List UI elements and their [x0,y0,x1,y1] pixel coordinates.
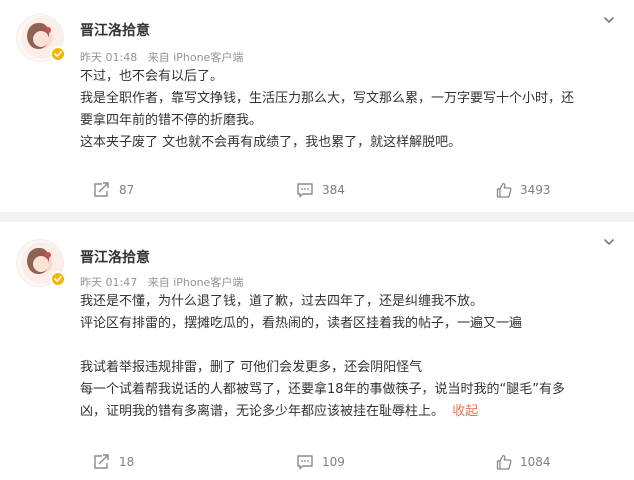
repost-icon [94,454,109,469]
thumbs-up-icon [496,454,512,470]
like-count: 3493 [520,183,551,197]
post-source: 来自 iPhone客户端 [147,276,244,289]
post-text-line: 要拿四年前的错不停的折磨我。 [80,113,263,128]
post-text-line: 每一个试着帮我说话的人都被骂了，还要拿18年的事做筷子，说当时我的“腿毛”有多 [80,382,566,397]
divider [0,212,634,222]
verified-badge-icon [50,271,66,287]
verified-badge-icon [50,46,66,62]
comment-icon [297,455,313,470]
post-text-line: 不过，也不会有以后了。 [80,69,224,84]
post-text-line: 这本夹子废了 文也就不会再有成绩了，我也累了，就这样解脱吧。 [80,135,462,150]
repost-button[interactable]: 18 [93,452,134,472]
post-text-line: 我试着举报违规排雷，删了 可他们会发更多，还会阴阳怪气 [80,360,423,375]
action-bar: 18 109 1084 [0,452,634,472]
comment-button[interactable]: 384 [296,180,345,200]
chevron-down-icon[interactable] [602,234,616,248]
like-button[interactable]: 1084 [496,452,551,472]
post-text-line: 我是全职作者，靠写文挣钱，生活压力那么大，写文那么累，一万字要写十个小时，还 [80,91,575,106]
post-meta: 昨天 01:47 来自 iPhone客户端 [80,274,243,290]
weibo-post: 晋江洛拾意 昨天 01:47 来自 iPhone客户端 我还是不懂，为什么退了钱… [0,222,634,480]
like-count: 1084 [520,455,551,469]
post-time[interactable]: 昨天 01:48 [80,51,137,64]
chevron-down-icon[interactable] [602,12,616,26]
repost-count: 18 [119,455,135,469]
post-meta: 昨天 01:48 来自 iPhone客户端 [80,49,243,65]
post-text: 我还是不懂，为什么退了钱，道了歉，过去四年了，还是纠缠我不放。 评论区有排雷的，… [80,291,620,423]
action-bar: 87 384 3493 [0,180,634,200]
comment-button[interactable]: 109 [296,452,345,472]
thumbs-up-icon [496,182,512,198]
weibo-post: 晋江洛拾意 昨天 01:48 来自 iPhone客户端 不过，也不会有以后了。 … [0,0,634,212]
author-name[interactable]: 晋江洛拾意 [80,20,150,40]
post-text-line: 评论区有排雷的，摆摊吃瓜的，看热闹的，读者区挂着我的帖子，一遍又一遍 [80,316,523,331]
comment-icon [297,183,313,198]
repost-count: 87 [119,183,135,197]
repost-icon [94,182,109,197]
comment-count: 109 [322,455,345,469]
like-button[interactable]: 3493 [496,180,551,200]
comment-count: 384 [322,183,345,197]
post-text-segment: 凶，证明我的错有多离谱，无论多少年都应该被挂在耻辱柱上。 [80,404,445,419]
repost-button[interactable]: 87 [93,180,134,200]
collapse-link[interactable]: 收起 [452,404,478,419]
post-time[interactable]: 昨天 01:47 [80,276,137,289]
post-text: 不过，也不会有以后了。 我是全职作者，靠写文挣钱，生活压力那么大，写文那么累，一… [80,66,620,154]
post-text-line: 我还是不懂，为什么退了钱，道了歉，过去四年了，还是纠缠我不放。 [80,294,484,309]
post-source: 来自 iPhone客户端 [147,51,244,64]
author-name[interactable]: 晋江洛拾意 [80,247,150,267]
post-text-line: 凶，证明我的错有多离谱，无论多少年都应该被挂在耻辱柱上。 收起 [80,401,620,423]
